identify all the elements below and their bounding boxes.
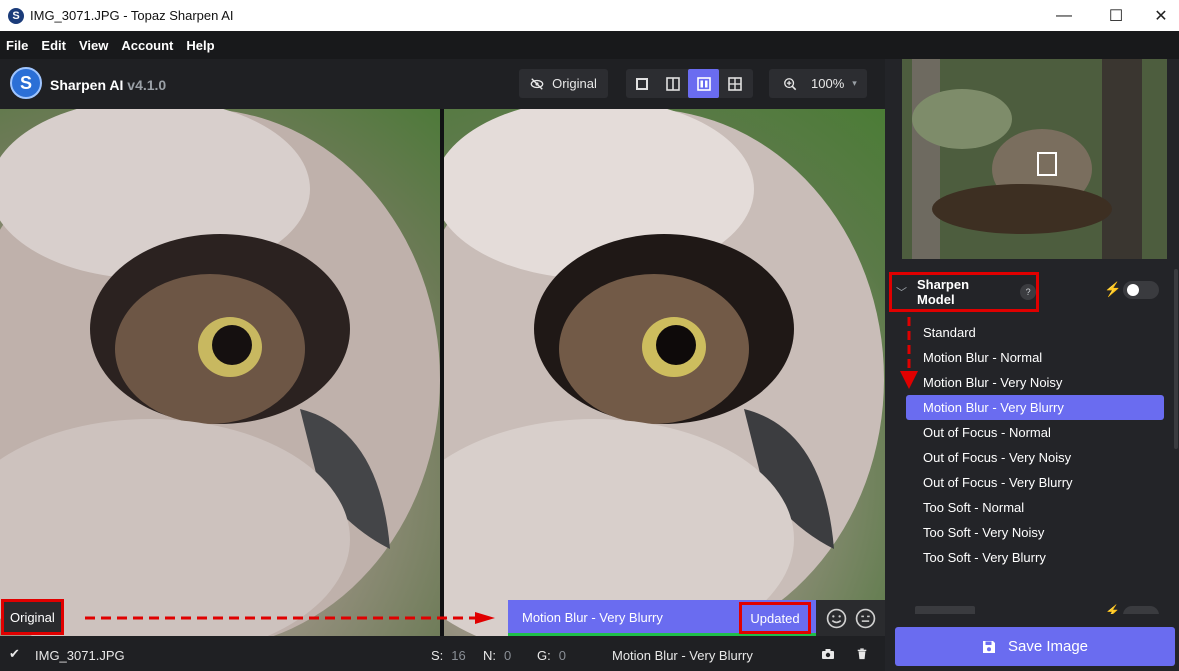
next-section-title: [915, 606, 975, 614]
menu-help[interactable]: Help: [186, 38, 214, 53]
feedback-area: [816, 600, 885, 636]
save-image-button[interactable]: Save Image: [895, 627, 1175, 666]
save-disk-icon: [982, 640, 995, 653]
navigator-thumbnail[interactable]: [902, 59, 1167, 259]
model-item-out-of-focus-very-noisy[interactable]: Out of Focus - Very Noisy: [906, 445, 1164, 470]
next-section-toggle[interactable]: [1123, 606, 1159, 614]
navigator-viewport-box[interactable]: [1037, 152, 1057, 176]
bolt-icon: ⚡: [1105, 604, 1120, 614]
show-original-button[interactable]: Original: [519, 69, 608, 98]
toolbar: S Sharpen AI v4.1.0 Original 100% ▾: [0, 59, 885, 109]
original-label: Original: [1, 599, 64, 635]
original-image-pane[interactable]: [0, 109, 440, 636]
processed-image-pane[interactable]: [444, 109, 885, 636]
maximize-button[interactable]: ☐: [1093, 0, 1139, 31]
zoom-in-icon: [784, 77, 797, 90]
title-bar: S IMG_3071.JPG - Topaz Sharpen AI — ☐ ✕: [0, 0, 1179, 31]
zoom-value: 100%: [811, 76, 845, 91]
status-bar: ✔ IMG_3071.JPG S: 16 N: 0 G: 0 Motion Blur …: [0, 636, 885, 671]
grid-view-icon: [727, 76, 742, 91]
status-s-value: 16: [451, 648, 466, 663]
annotation-arrow-right: [85, 612, 495, 624]
status-n: N: 0: [483, 648, 511, 663]
status-n-value: 0: [504, 648, 512, 663]
view-split-button[interactable]: [657, 69, 688, 98]
side-by-side-icon: [696, 76, 711, 91]
show-original-label: Original: [552, 76, 597, 91]
app-icon: S: [8, 7, 24, 24]
preview-model-label: Motion Blur - Very Blurry: [522, 610, 663, 625]
trash-icon[interactable]: [855, 648, 869, 660]
settings-panel: ﹀ Sharpen Model ? ⚡ Standard Motion Blur…: [885, 59, 1179, 671]
menu-view[interactable]: View: [79, 38, 108, 53]
split-view-icon: [665, 76, 680, 91]
model-item-standard[interactable]: Standard: [906, 320, 1164, 345]
smile-icon[interactable]: [826, 608, 847, 629]
model-item-too-soft-normal[interactable]: Too Soft - Normal: [906, 495, 1164, 520]
view-mode-group: [626, 69, 753, 98]
view-side-by-side-button[interactable]: [688, 69, 719, 98]
status-n-key: N:: [483, 648, 496, 663]
panel-scrollbar[interactable]: [1174, 269, 1178, 449]
close-button[interactable]: ✕: [1138, 0, 1179, 31]
model-item-motion-blur-normal[interactable]: Motion Blur - Normal: [906, 345, 1164, 370]
model-item-too-soft-very-blurry[interactable]: Too Soft - Very Blurry: [906, 545, 1164, 570]
auto-model-toggle[interactable]: [1123, 281, 1159, 299]
status-g-value: 0: [558, 648, 566, 663]
view-single-button[interactable]: [626, 69, 657, 98]
model-item-too-soft-very-noisy[interactable]: Too Soft - Very Noisy: [906, 520, 1164, 545]
minimize-button[interactable]: —: [1041, 0, 1087, 31]
camera-icon[interactable]: [821, 648, 835, 660]
status-g: G: 0: [537, 648, 566, 663]
model-item-motion-blur-very-noisy[interactable]: Motion Blur - Very Noisy: [906, 370, 1164, 395]
brand-title: Sharpen AI v4.1.0: [50, 77, 166, 93]
chevron-down-icon: ﹀: [896, 287, 907, 299]
menu-edit[interactable]: Edit: [41, 38, 66, 53]
window-title: IMG_3071.JPG - Topaz Sharpen AI: [30, 8, 234, 23]
toggle-knob: [1127, 284, 1139, 296]
save-image-label: Save Image: [1007, 638, 1089, 655]
neutral-face-icon[interactable]: [855, 608, 876, 629]
model-item-out-of-focus-normal[interactable]: Out of Focus - Normal: [906, 420, 1164, 445]
sharpen-logo-icon: S: [10, 67, 42, 99]
model-item-motion-blur-very-blurry[interactable]: Motion Blur - Very Blurry: [906, 395, 1164, 420]
app-window: S IMG_3071.JPG - Topaz Sharpen AI — ☐ ✕ …: [0, 0, 1179, 671]
updated-badge: Updated: [739, 602, 811, 634]
menu-account[interactable]: Account: [121, 38, 173, 53]
view-grid-button[interactable]: [719, 69, 750, 98]
processed-owl-image: [444, 109, 884, 636]
sharpen-model-title: Sharpen Model: [917, 277, 970, 307]
status-g-key: G:: [537, 648, 551, 663]
help-icon[interactable]: ?: [1020, 284, 1036, 300]
sharpen-model-list: Standard Motion Blur - Normal Motion Blu…: [906, 320, 1164, 570]
single-view-icon: [635, 77, 648, 90]
status-filename: IMG_3071.JPG: [35, 648, 125, 663]
eye-slash-icon: [530, 77, 544, 90]
original-owl-image: [0, 109, 440, 636]
navigator-image: [902, 59, 1167, 259]
brand-version: v4.1.0: [127, 77, 167, 93]
brand-name: Sharpen AI: [50, 77, 124, 93]
model-item-out-of-focus-very-blurry[interactable]: Out of Focus - Very Blurry: [906, 470, 1164, 495]
bolt-icon: ⚡: [1104, 281, 1122, 297]
next-section-header[interactable]: ⚡: [885, 604, 1179, 614]
menu-file[interactable]: File: [6, 38, 28, 53]
zoom-dropdown[interactable]: 100% ▾: [769, 69, 867, 98]
menu-bar: File Edit View Account Help: [0, 31, 1179, 59]
check-icon[interactable]: ✔: [9, 646, 20, 662]
status-s: S: 16: [431, 648, 466, 663]
status-model: Motion Blur - Very Blurry: [612, 648, 753, 663]
chevron-down-icon: ▾: [852, 78, 857, 88]
status-s-key: S:: [431, 648, 444, 663]
sharpen-model-header[interactable]: ﹀ Sharpen Model ?: [889, 272, 1039, 312]
